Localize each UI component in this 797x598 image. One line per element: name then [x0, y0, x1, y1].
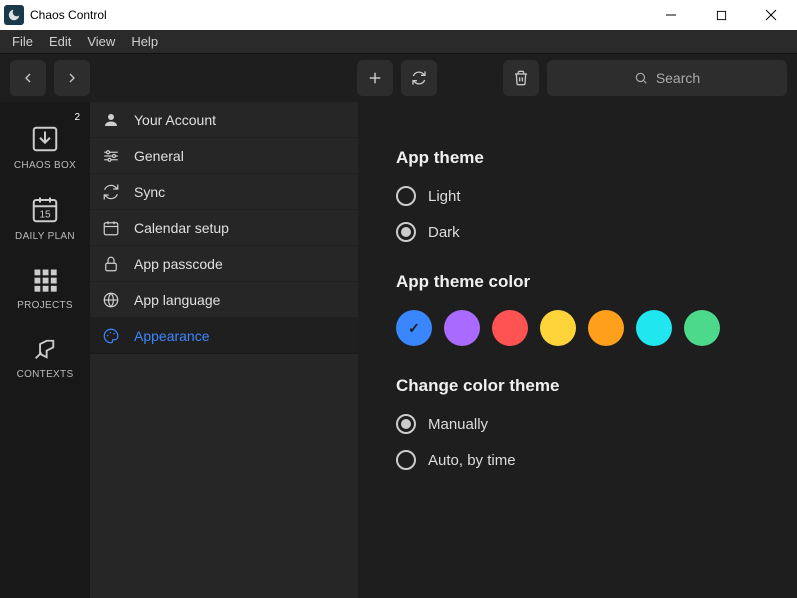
- settings-item-label: Appearance: [134, 328, 210, 344]
- section-title-theme: App theme: [396, 148, 759, 168]
- titlebar: Chaos Control: [0, 0, 797, 30]
- calendar-day-icon: 15: [30, 195, 60, 225]
- settings-item-label: General: [134, 148, 184, 164]
- settings-item-language[interactable]: App language: [90, 282, 358, 318]
- menubar: File Edit View Help: [0, 30, 797, 54]
- user-icon: [102, 111, 120, 129]
- menu-view[interactable]: View: [79, 32, 123, 51]
- sliders-icon: [102, 147, 120, 165]
- app-title: Chaos Control: [30, 8, 649, 22]
- settings-item-label: Your Account: [134, 112, 216, 128]
- settings-item-passcode[interactable]: App passcode: [90, 246, 358, 282]
- nav-chaos-box[interactable]: 2 CHAOS BOX: [0, 110, 90, 181]
- content-panel: App theme Light Dark App theme color Chan…: [358, 102, 797, 598]
- grid-icon: [31, 266, 59, 294]
- settings-item-label: App passcode: [134, 256, 223, 272]
- nav-contexts[interactable]: CONTEXTS: [0, 321, 90, 390]
- close-button[interactable]: [749, 1, 793, 29]
- nav-label: CONTEXTS: [17, 369, 74, 380]
- settings-item-appearance[interactable]: Appearance: [90, 318, 358, 354]
- color-swatch[interactable]: [540, 310, 576, 346]
- window-controls: [649, 1, 793, 29]
- color-swatch[interactable]: [588, 310, 624, 346]
- calendar-icon: [102, 219, 120, 237]
- radio-icon: [396, 450, 416, 470]
- radio-icon: [396, 186, 416, 206]
- lock-icon: [102, 255, 120, 273]
- settings-item-calendar[interactable]: Calendar setup: [90, 210, 358, 246]
- nav-daily-plan[interactable]: 15 DAILY PLAN: [0, 181, 90, 252]
- delete-button[interactable]: [503, 60, 539, 96]
- radio-label: Auto, by time: [428, 452, 516, 469]
- globe-icon: [102, 291, 120, 309]
- settings-item-general[interactable]: General: [90, 138, 358, 174]
- maximize-button[interactable]: [699, 1, 743, 29]
- palette-icon: [102, 327, 120, 345]
- radio-change-auto-by-time[interactable]: Auto, by time: [396, 450, 759, 470]
- color-swatch[interactable]: [444, 310, 480, 346]
- add-button[interactable]: [357, 60, 393, 96]
- search-icon: [634, 71, 648, 85]
- forward-button[interactable]: [54, 60, 90, 96]
- search-placeholder: Search: [656, 70, 700, 86]
- menu-file[interactable]: File: [4, 32, 41, 51]
- inbox-icon: [30, 124, 60, 154]
- radio-icon: [396, 222, 416, 242]
- settings-item-label: Sync: [134, 184, 165, 200]
- radio-label: Dark: [428, 224, 460, 241]
- settings-nav: Your Account General Sync Calendar setup…: [90, 102, 358, 598]
- radio-label: Manually: [428, 416, 488, 433]
- back-button[interactable]: [10, 60, 46, 96]
- settings-item-label: App language: [134, 292, 220, 308]
- minimize-button[interactable]: [649, 1, 693, 29]
- nav-label: PROJECTS: [17, 300, 73, 311]
- search-input[interactable]: Search: [547, 60, 787, 96]
- radio-theme-light[interactable]: Light: [396, 186, 759, 206]
- pin-icon: [31, 335, 59, 363]
- radio-theme-dark[interactable]: Dark: [396, 222, 759, 242]
- color-swatches: [396, 310, 759, 346]
- svg-text:15: 15: [39, 210, 51, 221]
- menu-help[interactable]: Help: [123, 32, 166, 51]
- toolbar: Search: [0, 54, 797, 102]
- section-title-change: Change color theme: [396, 376, 759, 396]
- settings-item-account[interactable]: Your Account: [90, 102, 358, 138]
- color-swatch[interactable]: [396, 310, 432, 346]
- nav-projects[interactable]: PROJECTS: [0, 252, 90, 321]
- menu-edit[interactable]: Edit: [41, 32, 79, 51]
- color-swatch[interactable]: [636, 310, 672, 346]
- left-nav: 2 CHAOS BOX 15 DAILY PLAN PROJECTS CONTE…: [0, 102, 90, 598]
- app-icon: [4, 5, 24, 25]
- nav-label: DAILY PLAN: [15, 231, 75, 242]
- sync-icon: [102, 183, 120, 201]
- refresh-button[interactable]: [401, 60, 437, 96]
- nav-label: CHAOS BOX: [14, 160, 76, 171]
- settings-item-label: Calendar setup: [134, 220, 229, 236]
- radio-change-manually[interactable]: Manually: [396, 414, 759, 434]
- color-swatch[interactable]: [684, 310, 720, 346]
- radio-icon: [396, 414, 416, 434]
- nav-badge: 2: [74, 112, 80, 123]
- radio-label: Light: [428, 188, 461, 205]
- section-title-color: App theme color: [396, 272, 759, 292]
- color-swatch[interactable]: [492, 310, 528, 346]
- settings-item-sync[interactable]: Sync: [90, 174, 358, 210]
